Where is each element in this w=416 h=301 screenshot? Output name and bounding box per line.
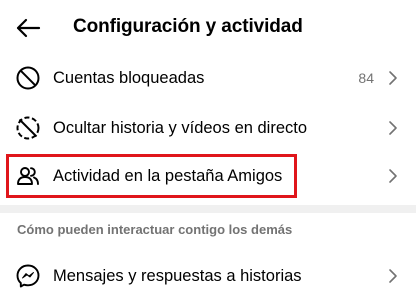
block-icon bbox=[14, 64, 42, 92]
chevron-right-icon bbox=[386, 267, 400, 285]
chevron-right-icon bbox=[386, 167, 400, 185]
messenger-icon bbox=[14, 262, 42, 290]
blocked-accounts-count: 84 bbox=[358, 70, 374, 86]
chevron-right-icon bbox=[386, 69, 400, 87]
section-heading: Cómo pueden interactuar contigo los demá… bbox=[17, 222, 293, 237]
section-divider bbox=[0, 205, 416, 213]
chevron-right-icon bbox=[386, 119, 400, 137]
friends-icon bbox=[14, 162, 42, 190]
blocked-accounts-row[interactable]: Cuentas bloqueadas 84 bbox=[0, 54, 416, 102]
hide-story-label: Ocultar historia y vídeos en directo bbox=[53, 118, 308, 137]
hide-story-icon bbox=[14, 114, 42, 142]
arrow-left-icon bbox=[16, 18, 41, 38]
header: Configuración y actividad bbox=[0, 0, 416, 56]
friends-tab-activity-row[interactable]: Actividad en la pestaña Amigos bbox=[0, 152, 416, 200]
friends-tab-activity-label: Actividad en la pestaña Amigos bbox=[53, 166, 283, 185]
page-title: Configuración y actividad bbox=[73, 16, 303, 37]
messages-replies-row[interactable]: Mensajes y respuestas a historias bbox=[0, 252, 416, 300]
blocked-accounts-label: Cuentas bloqueadas bbox=[53, 68, 205, 87]
messages-replies-label: Mensajes y respuestas a historias bbox=[53, 266, 302, 285]
back-button[interactable] bbox=[14, 14, 42, 42]
hide-story-row[interactable]: Ocultar historia y vídeos en directo bbox=[0, 104, 416, 152]
